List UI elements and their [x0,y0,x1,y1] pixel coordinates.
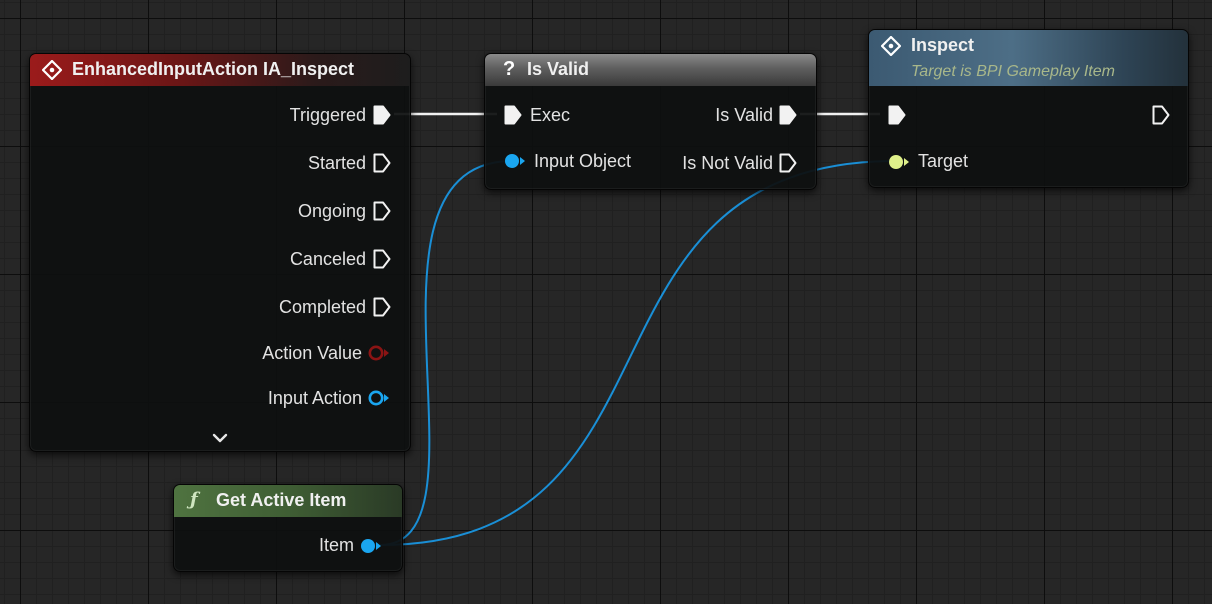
pin-label-target: Target [918,151,969,171]
object-pin-input-object[interactable] [504,153,528,169]
struct-pin-action-value[interactable] [368,345,390,361]
pin-label-canceled: Canceled [289,249,366,269]
blueprint-graph-canvas[interactable]: EnhancedInputAction IA_Inspect Triggered… [0,0,1212,604]
exec-pin-is-not-valid[interactable] [779,153,797,173]
exec-pin-exec-in[interactable] [504,105,522,125]
exec-pin-canceled[interactable] [373,249,391,269]
node-title: Get Active Item [216,490,347,510]
pin-label-is-valid: Is Valid [715,105,773,125]
node-header[interactable]: Inspect Target is BPI Gameplay Item [869,30,1188,86]
inspect-interface-call-node[interactable]: Inspect Target is BPI Gameplay Item Targ… [868,29,1189,188]
exec-pin-ongoing[interactable] [373,201,391,221]
object-wire-item-to-target[interactable] [379,160,896,546]
pin-label-completed: Completed [278,297,366,317]
object-pin-input-action[interactable] [368,390,390,406]
pin-label-triggered: Triggered [289,105,366,125]
node-header[interactable]: ƒ Get Active Item [174,485,402,517]
enhanced-input-action-node[interactable]: EnhancedInputAction IA_Inspect Triggered… [29,53,411,452]
node-title: Inspect [911,35,975,55]
node-subtitle: Target is BPI Gameplay Item [911,63,1115,80]
interface-pin-target[interactable] [888,154,912,170]
exec-pin-inspect-out[interactable] [1152,105,1170,125]
exec-pin-completed[interactable] [373,297,391,317]
pin-label-input-action: Input Action [267,388,362,408]
node-header[interactable]: ? Is Valid [485,54,816,86]
pin-label-item: Item [318,535,354,555]
function-icon: ƒ [190,489,198,510]
question-mark-icon: ? [503,58,516,80]
pin-label-ongoing: Ongoing [297,201,366,221]
event-diamond-icon [41,59,63,85]
pin-label-action-value: Action Value [262,343,362,363]
node-title: EnhancedInputAction IA_Inspect [72,59,355,79]
exec-pin-started[interactable] [373,153,391,173]
object-pin-item[interactable] [360,538,384,554]
chevron-down-icon[interactable] [212,428,228,449]
pin-label-exec: Exec [530,105,571,125]
exec-pin-triggered[interactable] [373,105,391,125]
exec-pin-inspect-in[interactable] [888,105,906,125]
pin-label-is-not-valid: Is Not Valid [682,153,773,173]
node-header[interactable]: EnhancedInputAction IA_Inspect [30,54,410,86]
is-valid-node[interactable]: ? Is Valid Exec Input Object Is Valid Is… [484,53,817,190]
event-diamond-icon [880,35,902,61]
node-title: Is Valid [527,59,590,79]
get-active-item-node[interactable]: ƒ Get Active Item Item [173,484,403,572]
pin-label-input-object: Input Object [534,151,632,171]
pin-label-started: Started [307,153,366,173]
exec-pin-is-valid[interactable] [779,105,797,125]
